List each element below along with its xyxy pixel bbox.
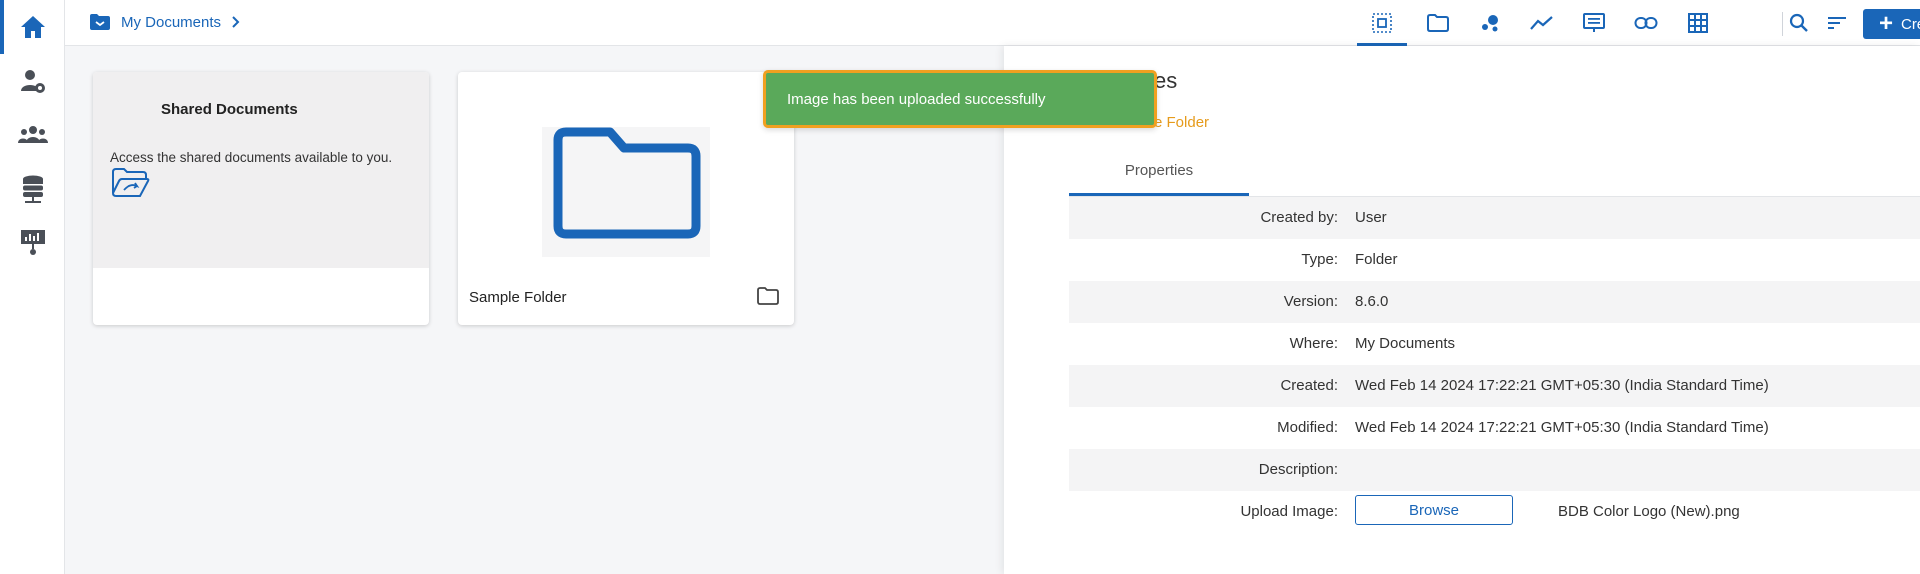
nav-rail: [0, 0, 65, 574]
card-title: Shared Documents: [161, 101, 298, 118]
top-bar: My Documents + Cr: [65, 0, 1920, 46]
uploaded-file-name: BDB Color Logo (New).png: [1558, 503, 1740, 520]
database-icon: [22, 175, 43, 203]
browse-button[interactable]: Browse: [1355, 495, 1513, 525]
nav-item-user-settings[interactable]: [0, 54, 65, 108]
toast-message: Image has been uploaded successfully: [787, 90, 1046, 108]
property-label: Upload Image:: [1240, 503, 1338, 520]
property-label: Version:: [1283, 293, 1338, 310]
property-row: Created: Wed Feb 14 2024 17:22:21 GMT+05…: [1069, 365, 1920, 407]
create-button[interactable]: + Create: [1863, 9, 1920, 39]
search-icon: [1789, 13, 1808, 32]
select-all-button[interactable]: [1357, 8, 1407, 46]
breadcrumb[interactable]: My Documents: [89, 13, 241, 31]
folder-icon: [757, 287, 779, 305]
tab-properties[interactable]: Properties: [1069, 148, 1249, 196]
folder-icon: [90, 14, 110, 30]
create-button-label: Create: [1900, 15, 1920, 33]
property-label: Created:: [1280, 377, 1338, 394]
line-chart-button[interactable]: [1517, 8, 1567, 38]
link-button[interactable]: [1621, 8, 1671, 38]
property-label: Modified:: [1277, 419, 1338, 436]
property-label: Where:: [1289, 335, 1338, 352]
groups-icon: [17, 126, 48, 143]
folder-large-icon: [553, 127, 701, 239]
nav-item-presentation[interactable]: [0, 216, 65, 270]
shared-documents-card[interactable]: Shared Documents Access the shared docum…: [93, 72, 429, 325]
property-label: Created by:: [1260, 209, 1338, 226]
new-folder-button[interactable]: [1413, 8, 1463, 38]
property-value: My Documents: [1355, 335, 1456, 352]
bubble-chart-button[interactable]: [1465, 8, 1515, 38]
property-value: User: [1355, 209, 1387, 226]
card-description: Access the shared documents available to…: [110, 150, 393, 165]
sort-icon: [1828, 17, 1846, 29]
grid-icon: [1688, 13, 1708, 33]
search-button[interactable]: [1779, 8, 1819, 38]
property-value: Wed Feb 14 2024 17:22:21 GMT+05:30 (Indi…: [1355, 419, 1769, 436]
property-label: Type:: [1301, 251, 1338, 268]
panel-subtitle: e Folder: [1154, 114, 1210, 131]
folder-name: Sample Folder: [469, 289, 567, 306]
property-row: Where: My Documents: [1069, 323, 1920, 365]
panel-heading: es: [1154, 68, 1178, 93]
property-value: 8.6.0: [1355, 293, 1389, 310]
property-value: Wed Feb 14 2024 17:22:21 GMT+05:30 (Indi…: [1355, 377, 1769, 394]
success-toast[interactable]: Image has been uploaded successfully: [763, 70, 1157, 128]
nav-item-database[interactable]: [0, 162, 65, 216]
property-row: Type: Folder: [1069, 239, 1920, 281]
folder-outline-icon: [1427, 14, 1449, 32]
property-row: Description:: [1069, 449, 1920, 491]
select-all-icon: [1372, 13, 1392, 33]
grid-view-button[interactable]: [1673, 8, 1723, 38]
bubble-chart-icon: [1482, 15, 1498, 32]
property-value: Folder: [1355, 251, 1398, 268]
presentation-icon: [20, 230, 45, 255]
report-icon: [1583, 13, 1605, 32]
user-settings-icon: [20, 70, 45, 93]
home-icon: [20, 16, 45, 38]
shared-folder-icon: [112, 168, 150, 197]
upload-image-row: Upload Image: Browse BDB Color Logo (New…: [1069, 491, 1920, 533]
plus-icon: +: [1878, 10, 1893, 37]
property-row: Version: 8.6.0: [1069, 281, 1920, 323]
property-label: Description:: [1258, 461, 1338, 478]
nav-item-groups[interactable]: [0, 108, 65, 162]
sort-button[interactable]: [1817, 8, 1857, 38]
property-row: Created by: User: [1069, 197, 1920, 239]
link-icon: [1634, 17, 1658, 29]
breadcrumb-label: My Documents: [121, 13, 222, 31]
chevron-right-icon: [232, 16, 240, 28]
line-chart-icon: [1530, 16, 1553, 30]
sample-folder-card[interactable]: Sample Folder: [458, 72, 794, 325]
nav-item-home[interactable]: [0, 0, 65, 54]
property-row: Modified: Wed Feb 14 2024 17:22:21 GMT+0…: [1069, 407, 1920, 449]
report-button[interactable]: [1569, 8, 1619, 38]
